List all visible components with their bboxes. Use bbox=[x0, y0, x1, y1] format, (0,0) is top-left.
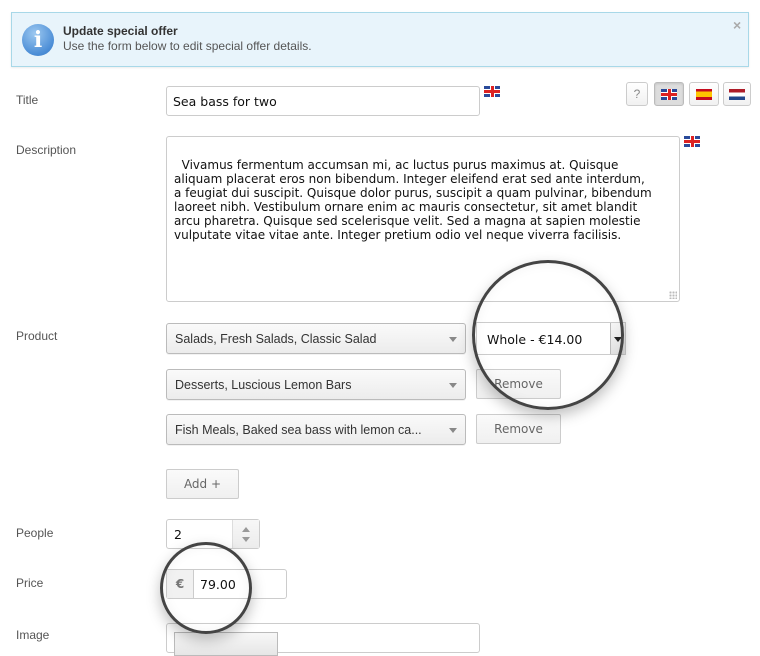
product-select-1[interactable]: Salads, Fresh Salads, Classic Salad bbox=[166, 323, 466, 354]
product-select-2[interactable]: Desserts, Luscious Lemon Bars bbox=[166, 369, 466, 400]
people-stepper[interactable]: 2 bbox=[166, 519, 260, 549]
flag-nl-icon bbox=[729, 88, 745, 100]
currency-addon: € bbox=[167, 570, 194, 598]
language-button-en[interactable] bbox=[654, 82, 684, 106]
chevron-down-icon bbox=[610, 323, 625, 354]
chevron-down-icon bbox=[449, 337, 457, 342]
remove-product-button[interactable]: Remove bbox=[476, 369, 561, 399]
product-select-value: Salads, Fresh Salads, Classic Salad bbox=[175, 332, 377, 346]
flag-uk-icon bbox=[484, 86, 500, 97]
variant-select-value: Whole - €14.00 bbox=[487, 332, 583, 347]
product-label: Product bbox=[16, 329, 58, 343]
info-icon: i bbox=[22, 24, 54, 56]
product-select-value: Desserts, Luscious Lemon Bars bbox=[175, 378, 352, 392]
price-input[interactable]: € 79.00 bbox=[166, 569, 287, 599]
image-file-input[interactable] bbox=[166, 623, 480, 656]
banner-text: Use the form below to edit special offer… bbox=[63, 39, 312, 53]
people-value: 2 bbox=[174, 527, 182, 542]
banner-title: Update special offer bbox=[63, 24, 178, 38]
description-label: Description bbox=[16, 143, 77, 157]
increment-icon[interactable] bbox=[242, 527, 250, 532]
decrement-icon[interactable] bbox=[242, 537, 250, 542]
browse-button[interactable] bbox=[174, 632, 278, 656]
add-product-button[interactable]: Add + bbox=[166, 469, 239, 499]
chevron-down-icon bbox=[449, 383, 457, 388]
flag-uk-icon bbox=[661, 88, 677, 100]
language-button-nl[interactable] bbox=[723, 82, 751, 106]
price-value: 79.00 bbox=[200, 577, 236, 592]
language-button-es[interactable] bbox=[689, 82, 719, 106]
info-banner: i Update special offer Use the form belo… bbox=[11, 12, 749, 67]
close-icon[interactable]: × bbox=[733, 17, 741, 33]
description-textarea[interactable]: Vivamus fermentum accumsan mi, ac luctus… bbox=[166, 136, 680, 302]
stepper-buttons bbox=[232, 520, 259, 548]
product-select-value: Fish Meals, Baked sea bass with lemon ca… bbox=[175, 423, 422, 437]
title-label: Title bbox=[16, 93, 39, 107]
remove-product-button[interactable]: Remove bbox=[476, 414, 561, 444]
flag-es-icon bbox=[696, 88, 712, 100]
price-label: Price bbox=[16, 576, 44, 590]
flag-uk-icon bbox=[684, 136, 700, 147]
resize-handle[interactable] bbox=[669, 291, 677, 299]
product-select-3[interactable]: Fish Meals, Baked sea bass with lemon ca… bbox=[166, 414, 466, 445]
title-input[interactable]: Sea bass for two bbox=[166, 86, 480, 116]
chevron-down-icon bbox=[449, 428, 457, 433]
description-text: Vivamus fermentum accumsan mi, ac luctus… bbox=[174, 158, 652, 242]
help-button[interactable]: ? bbox=[626, 82, 648, 106]
variant-select[interactable]: Whole - €14.00 bbox=[476, 322, 626, 355]
people-label: People bbox=[16, 526, 54, 540]
